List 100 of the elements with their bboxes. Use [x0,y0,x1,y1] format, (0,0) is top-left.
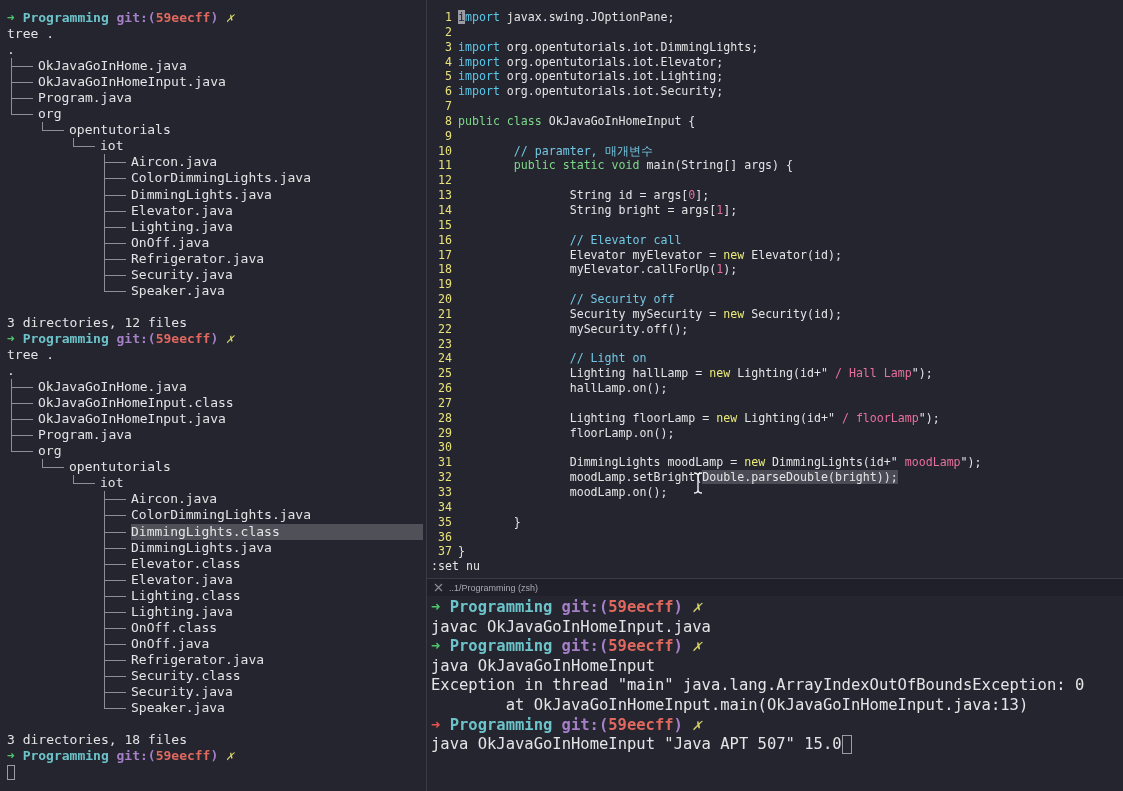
code-line: // Elevator call [568,232,682,248]
line-number: 28 [437,410,452,426]
tree-entry: Lighting.java [131,603,234,620]
tree-entry: OkJavaGoInHomeInput.java [38,411,227,428]
tree-entry: . [7,42,16,59]
line-number: 21 [437,306,452,322]
tree-entry: Speaker.java [131,700,226,717]
dirty-mark: ✗ [692,598,702,618]
line-number: 3 [444,39,452,55]
git-label: ) [210,10,219,27]
line-number: 15 [437,217,452,233]
code-line: import org.opentutorials.iot.Lighting; [458,69,724,85]
dirty-mark: ✗ [692,637,702,657]
git-label: ) [210,330,219,347]
close-icon[interactable] [434,583,443,592]
dirty-mark: ✗ [226,748,234,765]
line-number: 29 [437,425,452,441]
line-number: 25 [437,366,452,382]
tree-entry: opentutorials [69,459,172,476]
tree-entry: iot [100,475,125,492]
git-label: ) [673,637,683,657]
tree-entry: Lighting.class [131,587,242,604]
tree-entry: OkJavaGoInHomeInput.java [38,74,227,91]
tree-entry: Elevator.class [131,555,242,572]
tree-entry: OnOff.java [131,635,211,652]
terminal-output: tree . [7,26,54,43]
line-number: 1 [444,10,452,25]
code-line: // Light on [568,351,647,367]
line-number: 22 [437,321,452,337]
line-number: 4 [444,54,452,70]
tree-entry: Program.java [38,427,133,444]
line-number: 36 [437,529,452,545]
branch-name: 59eecff [155,330,211,347]
tree-entry: OkJavaGoInHome.java [38,58,188,75]
line-number: 31 [437,455,452,471]
tree-entry: DimmingLights.class [131,523,423,540]
git-label: git:( [561,637,609,657]
line-number: 34 [437,499,452,515]
tree-entry: Refrigerator.java [131,250,266,267]
git-label: git:( [116,748,156,765]
tree-entry: OnOff.class [131,619,219,636]
code-line: String bright = args[1]; [568,202,738,218]
tree-entry: Elevator.java [131,571,234,588]
tree-entry: DimmingLights.java [131,539,273,556]
directory-name: Programming [449,637,553,657]
tree-entry: Program.java [38,90,133,107]
line-number: 9 [444,128,452,144]
prompt-arrow: ➜ [431,715,441,736]
git-label: git:( [561,715,609,736]
git-label: git:( [561,598,609,618]
tree-entry: OnOff.java [131,234,211,251]
tree-entry: OkJavaGoInHomeInput.class [38,395,235,412]
dirty-mark: ✗ [226,10,234,27]
tree-entry: ColorDimmingLights.java [131,507,312,524]
line-number: 20 [437,292,452,307]
tree-entry: ColorDimmingLights.java [131,170,312,187]
git-label: git:( [116,10,156,27]
git-label: ) [673,715,683,736]
git-label: ) [673,598,683,618]
prompt-arrow: ➜ [7,330,15,347]
directory-name: Programming [449,598,553,618]
git-label: git:( [116,330,156,347]
directory-name: Programming [449,715,553,736]
tree-entry: Refrigerator.java [131,651,266,668]
terminal-input[interactable]: java OkJavaGoInHomeInput "Java APT 507" 15.0 [431,735,842,755]
line-number: 13 [437,188,452,203]
code-line: DimmingLights moodLamp = new DimmingLights(id+" moodLamp"); [568,455,982,471]
tree-entry: OkJavaGoInHome.java [38,379,188,396]
line-number: 6 [444,84,452,100]
line-number: 14 [437,202,452,218]
prompt-arrow: ➜ [7,10,15,27]
line-number: 17 [437,247,452,263]
tree-entry: iot [100,138,125,155]
tree-entry: Security.java [131,266,234,283]
branch-name: 59eecff [155,748,211,765]
command-line: :set nu [431,559,480,574]
tree-entry: . [7,363,16,380]
terminal-cursor [7,764,15,780]
tree-entry: DimmingLights.java [131,186,273,203]
terminal-output: Exception in thread "main" java.lang.ArrayIndexOutOfBoundsException: 0 [431,676,1085,696]
line-number: 12 [437,173,452,189]
terminal-cursor [841,735,852,755]
code-line: import org.opentutorials.iot.Elevator; [458,54,724,70]
tree-entry: Aircon.java [131,154,219,171]
line-number: 33 [437,485,452,500]
line-number: 5 [444,69,452,85]
code-line: Elevator myElevator = new Elevator(id); [568,247,842,263]
line-number: 18 [437,262,452,278]
code-line: import org.opentutorials.iot.DimmingLights; [458,39,759,55]
tree-entry: Security.class [131,667,242,684]
tree-entry: Speaker.java [131,282,226,299]
code-line: // Security off [568,292,675,307]
code-line: } [512,514,521,530]
terminal-output: at OkJavaGoInHomeInput.main(OkJavaGoInHomeInput.java:13) [504,695,1029,716]
tree-entry: org [38,443,63,460]
directory-name: Programming [22,10,109,27]
line-number: 37 [437,544,452,560]
tree-entry: opentutorials [69,122,172,139]
terminal-output: tree . [7,347,54,364]
code-line: // paramter, 매개변수 [512,143,653,159]
